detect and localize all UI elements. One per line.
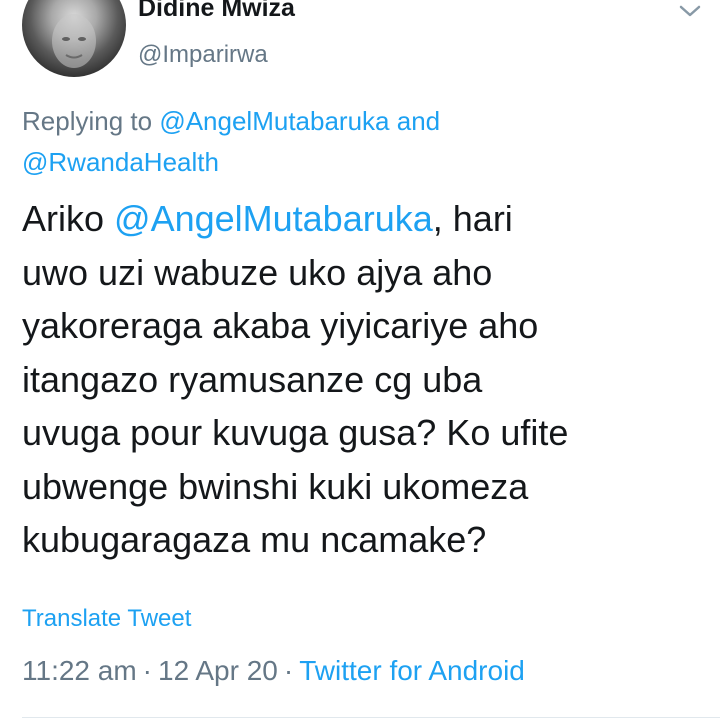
tweet-time[interactable]: 11:22 am bbox=[22, 655, 137, 686]
replying-to-label: Replying to bbox=[22, 106, 153, 136]
tweet-meta: 11:22 am · 12 Apr 20 · Twitter for Android bbox=[22, 655, 525, 687]
tweet-text-line: yakoreraga akaba yiyicariye aho bbox=[22, 305, 539, 346]
tweet-source-link[interactable]: Twitter for Android bbox=[299, 655, 525, 686]
tweet-text-line: itangazo ryamusanze cg uba bbox=[22, 358, 483, 400]
tweet-detail: Didine Mwiza @Imparirwa Replying to @Ang… bbox=[0, 0, 720, 723]
replying-to: Replying to @AngelMutabaruka and @Rwanda… bbox=[22, 101, 662, 183]
tweet-text-line: ubwenge bwinshi kuki ukomeza bbox=[22, 465, 529, 507]
tweet-text: Ariko @AngelMutabaruka, hari uwo uzi wab… bbox=[22, 192, 712, 567]
tweet-text-segment: , hari bbox=[432, 198, 513, 239]
mention-joiner: and bbox=[396, 106, 441, 136]
avatar[interactable] bbox=[22, 0, 126, 77]
tweet-text-segment: Ariko bbox=[22, 198, 115, 239]
mention-link[interactable]: @RwandaHealth bbox=[22, 147, 219, 177]
tweet-text-line: uvuga pour kuvuga gusa? Ko ufite bbox=[22, 412, 569, 453]
mention-link[interactable]: @AngelMutabaruka bbox=[159, 106, 389, 136]
tweet-date[interactable]: 12 Apr 20 bbox=[158, 655, 278, 686]
meta-separator: · bbox=[283, 655, 294, 686]
tweet-text-line: uwo uzi wabuze uko ajya aho bbox=[22, 251, 493, 293]
user-handle[interactable]: @Imparirwa bbox=[138, 41, 268, 69]
meta-separator: · bbox=[142, 655, 152, 686]
divider bbox=[22, 717, 720, 718]
mention-link[interactable]: @AngelMutabaruka bbox=[114, 198, 433, 239]
tweet-text-line: Ariko @AngelMutabaruka, hari bbox=[22, 192, 712, 246]
chevron-down-icon[interactable] bbox=[679, 4, 701, 18]
translate-tweet-link[interactable]: Translate Tweet bbox=[22, 605, 191, 633]
display-name[interactable]: Didine Mwiza bbox=[138, 0, 295, 23]
tweet-text-line: kubugaragaza mu ncamake? bbox=[22, 519, 487, 560]
